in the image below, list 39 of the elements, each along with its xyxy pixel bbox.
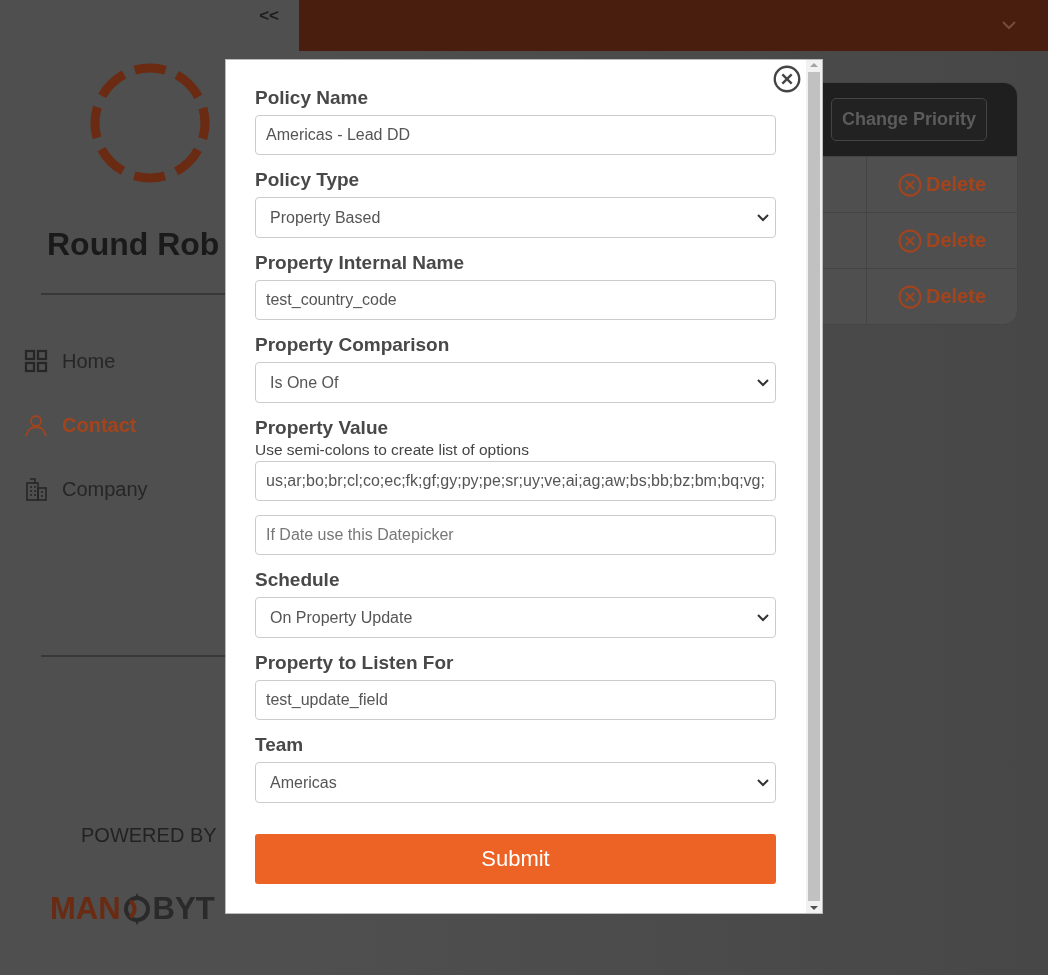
select-field[interactable]: Property Based [255,197,776,238]
select-field[interactable]: On Property Update [255,597,776,638]
brand-text: MAN [50,891,121,927]
ring-logo-icon [88,62,211,184]
chevron-down-icon[interactable] [1002,21,1016,30]
chevron-icon [757,613,769,622]
field-label: Property Comparison [255,334,451,356]
field-label: Schedule [255,569,341,591]
building-icon [24,477,48,501]
field-label: Policy Type [255,169,361,191]
close-button[interactable] [773,65,801,93]
person-icon [24,413,48,437]
chevron-icon [757,213,769,222]
chevron-icon [757,778,769,787]
grid-icon [24,349,48,373]
input-field[interactable]: test_country_code [255,280,776,320]
close-icon [898,172,922,197]
change-priority-button[interactable]: Change Priority [830,98,987,141]
close-icon [773,65,801,93]
input-field[interactable]: test_update_field [255,680,776,720]
submit-button[interactable]: Submit [255,834,776,884]
select-field[interactable]: Americas [255,762,776,803]
collapse-button[interactable]: << [259,6,279,26]
select-field[interactable]: Is One Of [255,362,776,403]
field-label: Property to Listen For [255,652,455,674]
close-icon [898,228,922,253]
scroll-down-icon[interactable] [810,903,818,913]
field-label: Policy Name [255,87,369,109]
input-field[interactable]: Americas - Lead DD [255,115,776,155]
scroll-up-icon[interactable] [810,60,818,70]
input-field[interactable]: us;ar;bo;br;cl;co;ec;fk;gf;gy;py;pe;sr;uy;ve;ai;ag;aw;bs;bb;bz;bm;bq;vg; [255,461,776,501]
input-field[interactable]: If Date use this Datepicker [255,515,776,555]
close-icon [898,284,922,309]
chevron-icon [757,378,769,387]
field-label: Team [255,734,305,756]
field-label: Property Value [255,417,390,439]
scrollbar[interactable] [806,60,822,913]
field-hint: Use semi-colons to create list of options [255,441,530,459]
field-label: Property Internal Name [255,252,466,274]
